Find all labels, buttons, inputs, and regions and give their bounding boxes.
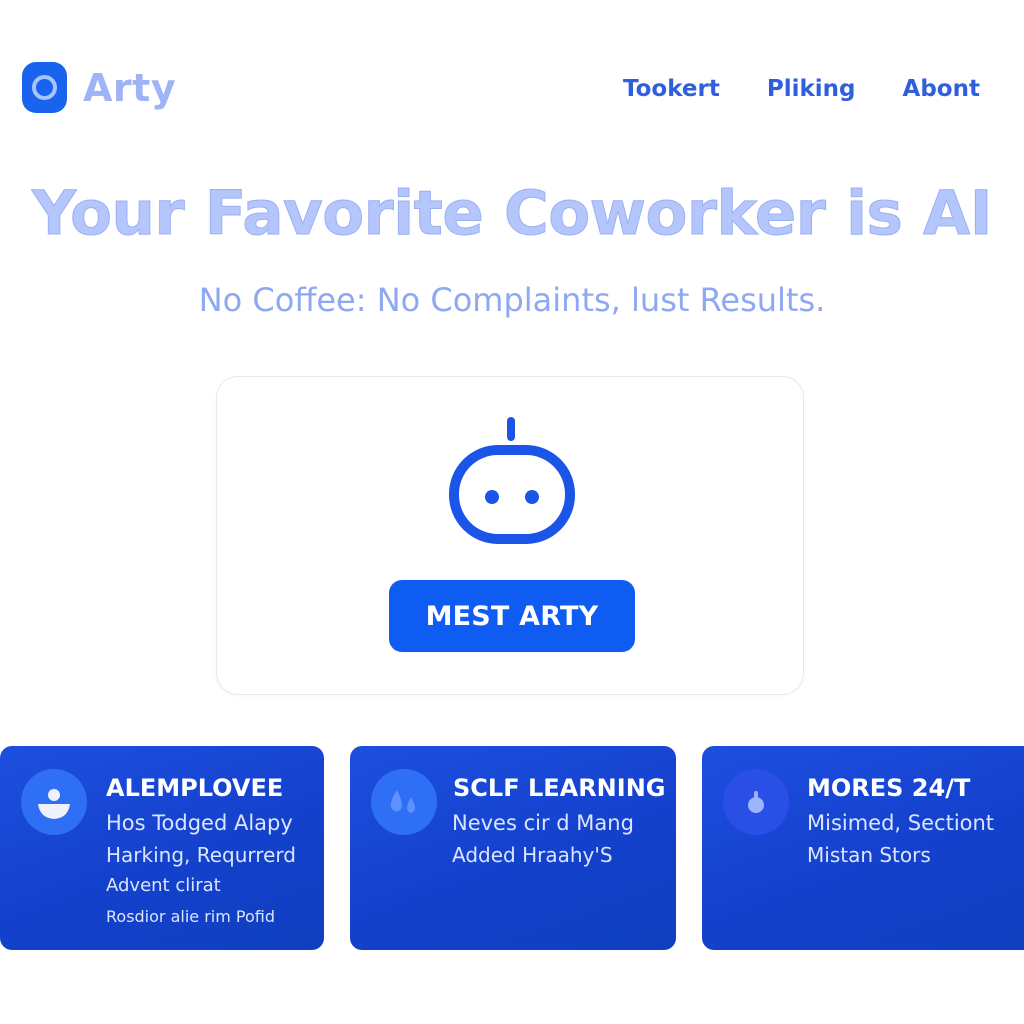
feature-line: Added Hraahy'S [452,843,613,867]
main-nav: Tookert Pliking Abont Qu [623,76,1024,102]
feature-line: Mistan Stors [807,843,931,867]
logo-text: Arty [83,65,177,110]
feature-description: Hos Todged Alapy Harking, Requrrerd Adve… [106,811,296,937]
nav-item-pliking[interactable]: Pliking [767,76,856,102]
feature-line: Rosdior alie rim Pofid [106,907,275,926]
bulb-icon [723,769,789,835]
feature-card-self-learning[interactable]: SCLF LEARNING Neves cir d Mang Added Hra… [350,746,676,950]
meet-arty-button[interactable]: MEST ARTY [389,580,635,652]
feature-line: Harking, Requrrerd [106,843,296,867]
person-icon [21,769,87,835]
hero-title: Your Favorite Coworker is AI [32,178,993,250]
feature-line: Neves cir d Mang [452,811,634,835]
nav-item-tookert[interactable]: Tookert [623,76,720,102]
hero-subtitle: No Coffee: No Complaints, lust Results. [198,281,826,319]
feature-card-employee[interactable]: ALEMPLOVEE Hos Todged Alapy Harking, Req… [0,746,324,950]
logo-icon [22,62,67,113]
hero-card: MEST ARTY [216,376,804,695]
drops-icon [371,769,437,835]
feature-description: Neves cir d Mang Added Hraahy'S [452,811,634,875]
nav-item-abont[interactable]: Abont [903,76,980,102]
landing-page: Arty Tookert Pliking Abont Qu Your Favor… [0,0,1024,1024]
feature-title: ALEMPLOVEE [106,774,284,802]
feature-line: Advent clirat [106,875,221,896]
feature-line: Hos Todged Alapy [106,811,293,835]
feature-card-24-7[interactable]: MORES 24/T Misimed, Sectiont Mistan Stor… [702,746,1024,950]
feature-line: Misimed, Sectiont [807,811,995,835]
logo-link[interactable]: Arty [22,62,176,113]
feature-description: Misimed, Sectiont Mistan Stors [807,811,994,875]
feature-title: SCLF LEARNING [453,774,666,802]
robot-icon [449,417,575,544]
feature-title: MORES 24/T [807,774,971,802]
